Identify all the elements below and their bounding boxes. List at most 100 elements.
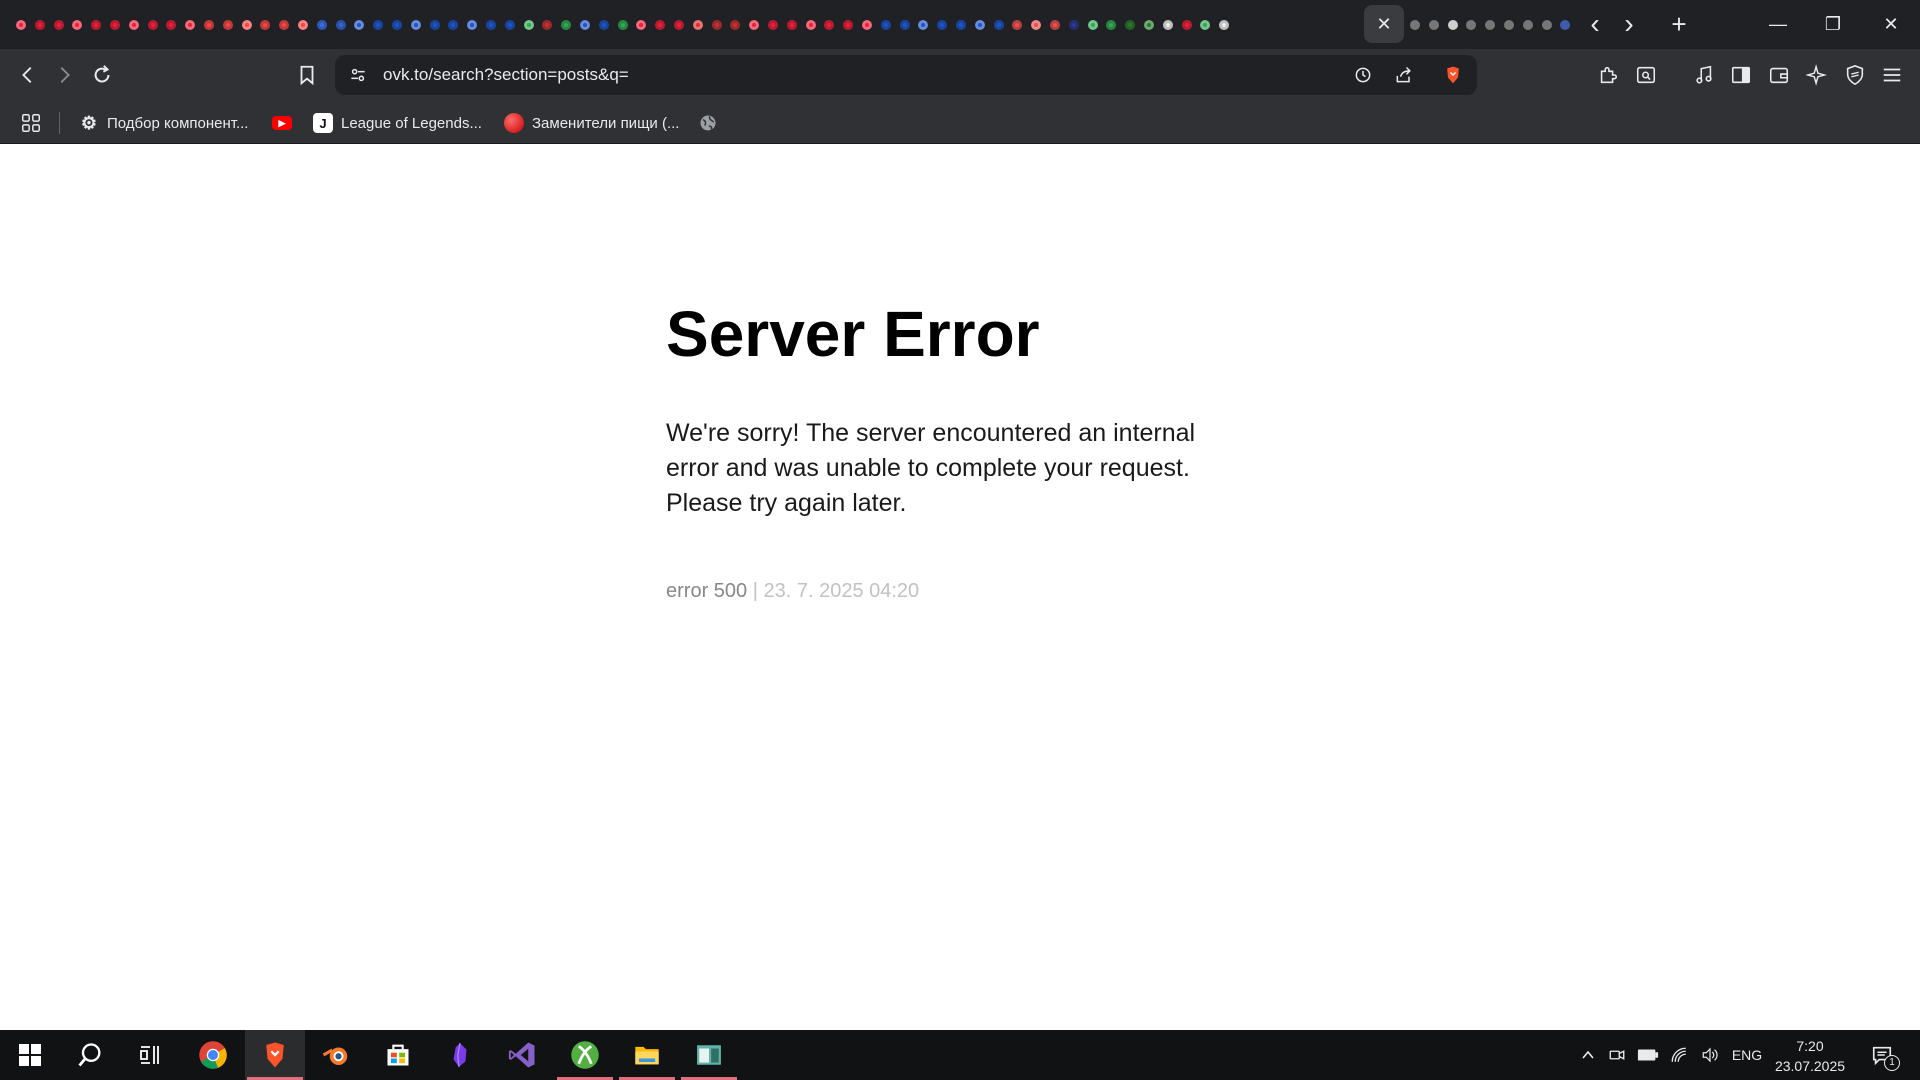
- tab-favicon[interactable]: [1029, 18, 1044, 32]
- tab-favicon[interactable]: [747, 18, 762, 32]
- tab-favicon[interactable]: [1198, 18, 1213, 32]
- tab-favicon[interactable]: [465, 18, 480, 32]
- history-icon[interactable]: [1352, 64, 1374, 86]
- volume-button[interactable]: [1697, 1030, 1723, 1080]
- back-button[interactable]: [14, 61, 42, 89]
- tab-favicon[interactable]: [521, 18, 536, 32]
- tab-favicon[interactable]: [1483, 18, 1498, 32]
- obsidian-taskbar-button[interactable]: [430, 1030, 490, 1080]
- vpn-button[interactable]: [1841, 61, 1869, 89]
- wallet-button[interactable]: [1765, 61, 1793, 89]
- show-hidden-icons-button[interactable]: [1578, 1030, 1598, 1080]
- xbox-taskbar-button[interactable]: [555, 1030, 615, 1080]
- tab-favicon[interactable]: [878, 18, 893, 32]
- tab-favicon[interactable]: [841, 18, 856, 32]
- address-bar[interactable]: ovk.to/search?section=posts&q=: [335, 55, 1477, 95]
- brave-taskbar-button[interactable]: [245, 1030, 305, 1080]
- tab-favicon[interactable]: [164, 18, 179, 32]
- tab-scroll-left-button[interactable]: ‹: [1580, 8, 1610, 40]
- tab-favicon[interactable]: [333, 18, 348, 32]
- tab-favicon[interactable]: [615, 18, 630, 32]
- meet-now-button[interactable]: [1606, 1030, 1628, 1080]
- blender-taskbar-button[interactable]: [306, 1030, 366, 1080]
- search-button[interactable]: [60, 1030, 120, 1080]
- tab-favicon[interactable]: [32, 18, 47, 32]
- bookmark-item-food[interactable]: Заменители пищи (...: [504, 111, 679, 135]
- site-settings-icon[interactable]: [347, 64, 369, 86]
- tab-favicon[interactable]: [427, 18, 442, 32]
- apps-button[interactable]: [20, 111, 42, 135]
- tab-favicon[interactable]: [672, 18, 686, 32]
- tab-favicon[interactable]: [822, 18, 837, 32]
- close-window-button[interactable]: ✕: [1873, 8, 1909, 40]
- tab-favicon[interactable]: [991, 18, 1006, 32]
- tab-favicon[interactable]: [352, 18, 367, 32]
- tab-favicon[interactable]: [446, 18, 461, 32]
- tab-favicon[interactable]: [1445, 18, 1460, 32]
- tab-scroll-right-button[interactable]: ›: [1614, 8, 1644, 40]
- tab-favicon[interactable]: [1085, 18, 1100, 32]
- new-tab-button[interactable]: +: [1664, 8, 1694, 40]
- tab-favicon[interactable]: [1217, 18, 1232, 32]
- tab-favicon[interactable]: [1160, 18, 1175, 32]
- tab-favicon[interactable]: [89, 18, 104, 32]
- tab-favicon[interactable]: [954, 18, 968, 32]
- tab-favicon[interactable]: [296, 18, 310, 32]
- tab-favicon[interactable]: [502, 18, 517, 32]
- sidebar-button[interactable]: [1727, 61, 1755, 89]
- bookmark-item-components[interactable]: ⚙ Подбор компонент...: [79, 111, 249, 135]
- tab-favicon[interactable]: [766, 18, 780, 32]
- tab-favicon[interactable]: [14, 18, 28, 32]
- tab-favicon[interactable]: [1048, 18, 1062, 32]
- tab-favicon[interactable]: [1558, 18, 1573, 32]
- tab-favicon[interactable]: [916, 18, 931, 32]
- task-view-button[interactable]: [120, 1030, 180, 1080]
- tab-favicon[interactable]: [1408, 18, 1422, 32]
- notification-center-button[interactable]: 1: [1864, 1030, 1900, 1080]
- menu-button[interactable]: [1878, 61, 1906, 89]
- tab-favicon[interactable]: [220, 18, 235, 32]
- tab-favicon[interactable]: [1179, 18, 1194, 32]
- tab-favicon[interactable]: [1502, 18, 1516, 32]
- minimize-button[interactable]: —: [1760, 8, 1796, 40]
- store-taskbar-button[interactable]: [368, 1030, 428, 1080]
- tab-favicon[interactable]: [897, 18, 912, 32]
- tab-favicon[interactable]: [183, 18, 198, 32]
- tab-favicon[interactable]: [540, 18, 555, 32]
- share-icon[interactable]: [1393, 64, 1415, 86]
- tab-favicon[interactable]: [690, 18, 705, 32]
- tab-favicon[interactable]: [108, 18, 122, 32]
- tab-favicon[interactable]: [70, 18, 85, 32]
- tab-favicon[interactable]: [390, 18, 404, 32]
- forward-button[interactable]: [50, 61, 78, 89]
- tab-favicon[interactable]: [408, 18, 423, 32]
- tab-favicon[interactable]: [634, 18, 649, 32]
- tab-favicon[interactable]: [803, 18, 818, 32]
- tab-favicon[interactable]: [1066, 18, 1081, 32]
- tab-favicon[interactable]: [1142, 18, 1156, 32]
- battery-button[interactable]: [1636, 1030, 1660, 1080]
- bookmark-item-globe[interactable]: [698, 111, 718, 135]
- tab-favicon[interactable]: [935, 18, 950, 32]
- tab-favicon[interactable]: [1010, 18, 1025, 32]
- tab-favicon[interactable]: [126, 18, 141, 32]
- tab-favicon[interactable]: [559, 18, 574, 32]
- clock[interactable]: 7:20 23.07.2025: [1765, 1036, 1855, 1076]
- brave-shields-icon[interactable]: [1442, 64, 1464, 86]
- tab-favicon[interactable]: [371, 18, 386, 32]
- tab-favicon[interactable]: [596, 18, 611, 32]
- file-explorer-taskbar-button[interactable]: [617, 1030, 677, 1080]
- extensions-button[interactable]: [1594, 61, 1622, 89]
- tab-favicon[interactable]: [578, 18, 592, 32]
- tab-favicon[interactable]: [51, 18, 66, 32]
- tab-favicon[interactable]: [1464, 18, 1479, 32]
- reload-button[interactable]: [88, 61, 116, 89]
- page-search-button[interactable]: [1632, 61, 1660, 89]
- bookmark-item-league[interactable]: J League of Legends...: [313, 111, 482, 135]
- tab-favicon[interactable]: [1104, 18, 1119, 32]
- address-text[interactable]: ovk.to/search?section=posts&q=: [383, 55, 629, 95]
- leo-ai-button[interactable]: [1803, 61, 1831, 89]
- tab-favicon[interactable]: [728, 18, 743, 32]
- restore-button[interactable]: ❐: [1815, 8, 1851, 40]
- tab-favicon[interactable]: [1123, 18, 1138, 32]
